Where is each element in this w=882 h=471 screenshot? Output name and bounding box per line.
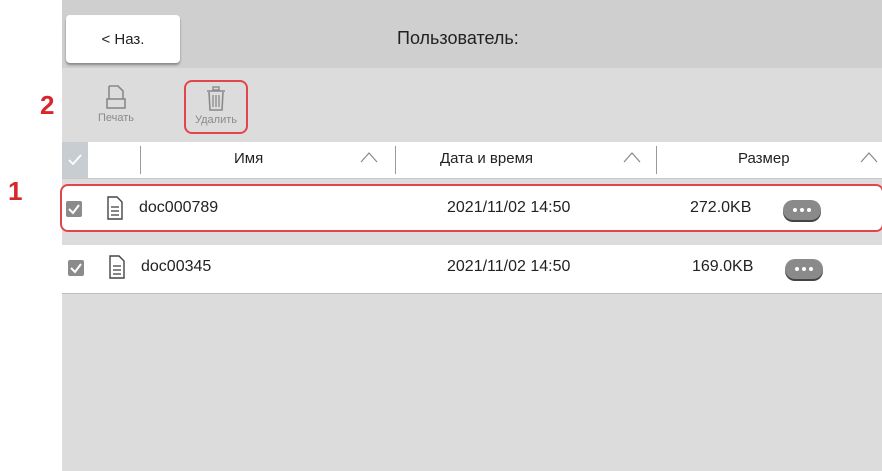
page-title: Пользователь: <box>397 28 519 48</box>
sort-caret-icon[interactable] <box>623 150 641 164</box>
callout-1: 1 <box>8 176 23 206</box>
print-label: Печать <box>97 112 135 124</box>
check-icon <box>70 263 82 274</box>
column-separator <box>656 146 657 174</box>
column-name-header[interactable]: Имя <box>234 150 263 167</box>
file-icon <box>107 196 123 220</box>
select-all-checkbox[interactable] <box>62 142 88 178</box>
more-icon <box>793 208 797 212</box>
file-datetime: 2021/11/02 14:50 <box>447 258 571 275</box>
delete-label: Удалить <box>195 114 237 126</box>
file-name: doc00345 <box>141 258 212 275</box>
callout-2: 2 <box>40 90 55 120</box>
column-header-row: Имя Дата и время Размер <box>62 142 882 179</box>
file-size: 272.0KB <box>690 199 752 216</box>
sort-caret-icon[interactable] <box>360 150 378 164</box>
sort-caret-icon[interactable] <box>860 150 878 164</box>
file-size: 169.0KB <box>692 258 754 275</box>
file-name: doc000789 <box>139 199 219 216</box>
file-datetime: 2021/11/02 14:50 <box>447 199 571 216</box>
check-icon <box>68 204 80 215</box>
list-item[interactable]: doc000789 2021/11/02 14:50 272.0KB <box>60 184 882 232</box>
trash-icon <box>207 86 225 111</box>
back-button[interactable]: < Наз. <box>66 15 180 63</box>
column-separator <box>140 146 141 174</box>
row-checkbox[interactable] <box>66 201 82 217</box>
column-size-header[interactable]: Размер <box>738 150 790 167</box>
delete-button[interactable]: Удалить <box>184 80 248 134</box>
print-button[interactable]: Печать <box>88 84 144 124</box>
check-icon <box>68 154 82 166</box>
column-separator <box>395 146 396 174</box>
file-icon <box>109 255 125 279</box>
list-item[interactable]: doc00345 2021/11/02 14:50 169.0KB <box>62 245 882 294</box>
column-datetime-header[interactable]: Дата и время <box>440 150 533 167</box>
more-button[interactable] <box>785 259 823 279</box>
more-icon <box>795 267 799 271</box>
more-button[interactable] <box>783 200 821 220</box>
document-icon <box>106 85 126 109</box>
row-checkbox[interactable] <box>68 260 84 276</box>
